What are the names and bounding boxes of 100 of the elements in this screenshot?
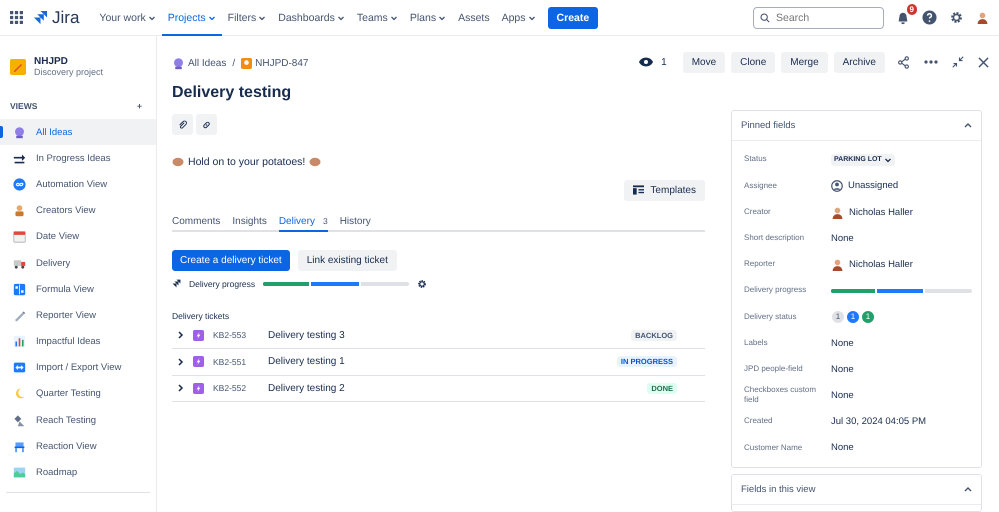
more-icon[interactable]: [924, 60, 938, 64]
tab[interactable]: Delivery 3: [278, 212, 328, 232]
person-value[interactable]: Nicholas Haller: [831, 206, 913, 219]
nav-menu[interactable]: Apps: [496, 0, 542, 36]
avatar-icon: [831, 206, 844, 219]
action-button[interactable]: Move: [682, 52, 726, 73]
nav-menu[interactable]: Dashboards: [272, 0, 351, 36]
sidebar-item[interactable]: Roadmap: [0, 459, 156, 486]
templates-button[interactable]: Templates: [624, 180, 705, 200]
field-value: None: [831, 390, 854, 401]
search-icon: [760, 12, 770, 22]
progress-label: Delivery progress: [189, 278, 256, 288]
chevron-up-icon[interactable]: [964, 486, 972, 492]
field-value: None: [831, 442, 854, 454]
potato-icon: [309, 156, 322, 166]
tab[interactable]: Comments: [172, 212, 220, 232]
crystal-ball-icon: [172, 56, 185, 70]
attach-button[interactable]: [172, 114, 193, 135]
jira-logo-icon: [172, 279, 181, 288]
tab[interactable]: Insights: [232, 212, 267, 232]
sidebar-item[interactable]: Impactful Ideas: [0, 328, 156, 355]
search-field[interactable]: Search: [753, 6, 884, 28]
nav-menu[interactable]: Filters: [222, 0, 272, 36]
sidebar-item[interactable]: Quarter Testing: [0, 380, 156, 408]
settings-button[interactable]: [949, 10, 964, 25]
sidebar-item[interactable]: In Progress Ideas: [0, 145, 156, 172]
jira-logo-icon: [33, 10, 48, 25]
add-view-button[interactable]: +: [137, 101, 142, 111]
sidebar-item[interactable]: Creators View: [0, 198, 156, 224]
help-button[interactable]: [922, 10, 937, 25]
infinity-icon: [13, 178, 26, 191]
notifications-button[interactable]: [896, 10, 910, 24]
close-icon[interactable]: [978, 56, 989, 68]
description-text: Hold on to your potatoes!: [188, 156, 306, 168]
share-icon[interactable]: [897, 56, 910, 69]
create-button[interactable]: Create: [548, 6, 598, 28]
profile-button[interactable]: [976, 11, 989, 24]
nav-menu[interactable]: Projects: [162, 0, 222, 36]
field-value: Jul 30, 2024 04:05 PM: [831, 416, 926, 428]
app-switcher-icon[interactable]: [10, 11, 23, 24]
caret-icon: [528, 14, 536, 22]
action-button[interactable]: Archive: [834, 52, 885, 73]
panel-title: Pinned fields: [741, 120, 796, 131]
settings-icon: [949, 10, 964, 25]
field-label: JPD people-field: [744, 364, 804, 374]
breadcrumb-link[interactable]: All Ideas: [172, 56, 226, 70]
watchers-button[interactable]: 1: [639, 56, 667, 68]
sidebar-item[interactable]: Formula View: [0, 276, 156, 302]
assignee-value[interactable]: Unassigned: [831, 180, 898, 192]
sidebar-item[interactable]: Delivery: [0, 250, 156, 276]
chevron-right-icon[interactable]: [177, 384, 184, 392]
sidebar-item[interactable]: Reaction View: [0, 433, 156, 460]
ticket-key[interactable]: KB2-553: [213, 330, 259, 340]
action-button[interactable]: Clone: [731, 52, 776, 73]
project-name: NHJPD: [34, 56, 69, 67]
nav-menu[interactable]: Assets: [452, 0, 496, 36]
link-ticket-button[interactable]: Link existing ticket: [298, 250, 397, 270]
potato-icon: [172, 156, 184, 166]
nav-menu[interactable]: Teams: [350, 0, 404, 36]
ticket-title: Delivery testing 1: [268, 356, 346, 368]
person-value[interactable]: Nicholas Haller: [831, 258, 913, 271]
status-count: 1: [861, 310, 875, 324]
bar-chart-icon: [13, 335, 26, 348]
field-label: Delivery status: [744, 312, 798, 322]
nav-menu[interactable]: Plans: [404, 0, 452, 36]
collapse-icon[interactable]: [952, 56, 964, 68]
avatar-icon: [831, 258, 844, 271]
project-type: Discovery project: [34, 67, 104, 77]
lightning-icon: [193, 356, 204, 368]
field-label: Assignee: [744, 180, 778, 192]
field-label: Reporter: [744, 259, 776, 270]
field-label: Delivery progress: [744, 285, 808, 296]
user-icon: [831, 180, 843, 192]
sidebar-item[interactable]: Reach Testing: [0, 407, 156, 434]
tab[interactable]: History: [340, 212, 371, 232]
chevron-right-icon[interactable]: [177, 331, 184, 340]
chevron-up-icon[interactable]: [964, 122, 972, 128]
field-label: Status: [744, 154, 768, 165]
caret-icon: [208, 14, 216, 22]
settings-icon[interactable]: [417, 278, 428, 288]
sidebar-item[interactable]: Automation View: [0, 171, 156, 198]
nav-menu[interactable]: Your work: [93, 0, 162, 36]
field-label: Short description: [744, 233, 806, 244]
breadcrumb-separator: /: [232, 58, 236, 68]
breadcrumb-link[interactable]: NHJPD-847: [241, 58, 308, 68]
person-icon: [13, 204, 26, 218]
chevron-right-icon[interactable]: [177, 358, 184, 366]
moon-icon: [13, 387, 26, 400]
ticket-key[interactable]: KB2-551: [213, 356, 259, 367]
create-ticket-button[interactable]: Create a delivery ticket: [172, 250, 290, 270]
action-button[interactable]: Merge: [781, 52, 828, 73]
sidebar-item[interactable]: Import / Export View: [0, 354, 156, 381]
ticket-title: Delivery testing 3: [268, 330, 346, 341]
sidebar-item[interactable]: Reporter View: [0, 302, 156, 328]
sidebar-item[interactable]: Date View: [0, 224, 156, 250]
caret-icon: [148, 14, 156, 22]
sidebar-item[interactable]: All Ideas: [0, 119, 156, 146]
ticket-key[interactable]: KB2-552: [213, 383, 259, 394]
crystal-ball-icon: [13, 126, 26, 139]
link-button[interactable]: [196, 114, 217, 135]
